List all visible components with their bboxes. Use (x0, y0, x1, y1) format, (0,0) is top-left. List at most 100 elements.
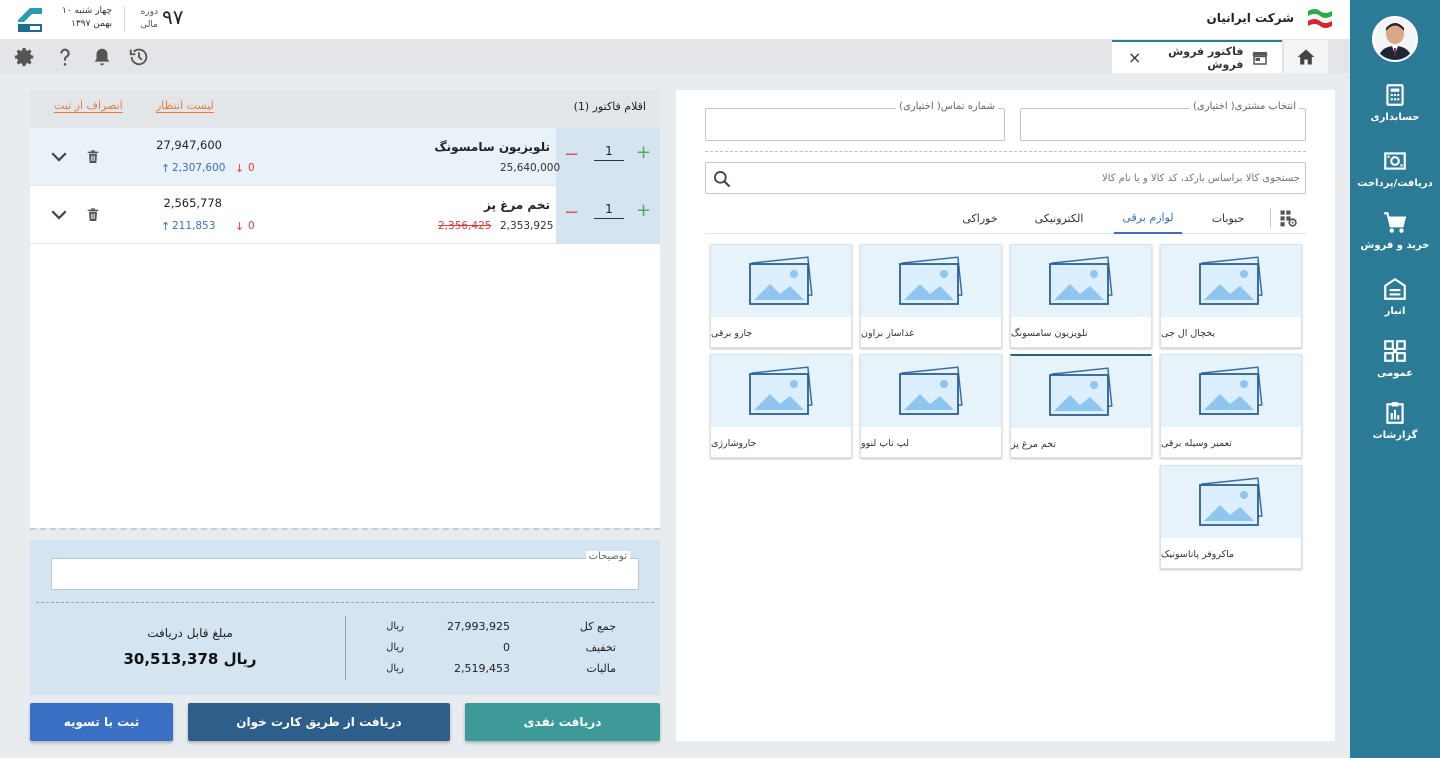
item-total: 2,565,778 (163, 196, 222, 210)
discount-value: 0 (503, 641, 510, 654)
phone-field-label: شماره تماس( اختیاری) (896, 101, 998, 112)
cancel-link[interactable]: انصراف از ثبت (54, 99, 123, 113)
sidebar-item-payment[interactable]: دریافت/پرداخت (1350, 148, 1440, 210)
payable-amount: 30,513,378 ریال (123, 650, 257, 668)
settle-button[interactable]: ثبت با تسویه (30, 703, 173, 741)
item-unit-price: 2,353,925 (500, 220, 554, 232)
waitlist-link[interactable]: لیست انتظار (156, 99, 214, 113)
card-reader-payment-button[interactable]: دریافت از طریق کارت خوان (188, 703, 450, 741)
general-icon (1384, 340, 1406, 362)
chevron-down-icon[interactable] (50, 150, 68, 164)
item-old-price: 2,356,425 (438, 220, 492, 232)
item-name: تخم مرغ پز (484, 198, 550, 212)
arrow-down-icon: ↓ (235, 220, 245, 233)
sidebar-item-label: دریافت/پرداخت (1357, 178, 1433, 189)
tab-category-appliances[interactable]: لوازم برقی (1114, 202, 1182, 234)
payable-label: مبلغ قابل دریافت (147, 626, 233, 640)
search-icon[interactable] (712, 169, 732, 189)
sidebar-item-sales[interactable]: خرید و فروش (1350, 210, 1440, 272)
sidebar: حسابداری دریافت/پرداخت خرید و فروش انبار (1350, 0, 1440, 758)
search-bar[interactable] (705, 162, 1306, 194)
divider (705, 151, 1306, 152)
product-card[interactable]: تخم مرغ پز (1010, 354, 1152, 458)
quantity-value[interactable]: 1 (594, 202, 624, 219)
item-name: تلویزیون سامسونگ (434, 140, 550, 154)
product-image-icon (1011, 356, 1151, 428)
tab-label: فاکتور فروش فروش (1168, 44, 1244, 71)
avatar[interactable] (1372, 16, 1418, 62)
payment-icon (1384, 152, 1406, 170)
increase-button[interactable]: + (636, 200, 651, 221)
help-icon[interactable] (54, 46, 76, 68)
increase-button[interactable]: + (636, 142, 651, 163)
sidebar-item-warehouse[interactable]: انبار (1350, 276, 1440, 338)
invoice-panel: اقلام فاکتور (1) لیست انتظار انصراف از ث… (30, 90, 660, 528)
sidebar-item-label: گزارشات (1372, 430, 1418, 441)
tab-sales-invoice[interactable]: × فاکتور فروش فروش (1112, 40, 1282, 73)
summary-values: 27,993,925 0 2,519,453 (430, 616, 510, 679)
tab-category-food[interactable]: خوراکی (950, 202, 1010, 234)
summary-divider (36, 602, 654, 603)
notes-field[interactable]: توضیحات (51, 551, 639, 590)
cash-payment-button[interactable]: دریافت نقدی (465, 703, 660, 741)
product-image-icon (1011, 245, 1151, 317)
tab-home[interactable] (1284, 40, 1328, 73)
tax-value: 2,519,453 (454, 662, 510, 675)
reports-icon (1386, 402, 1404, 424)
product-image-icon (711, 355, 851, 427)
fiscal-period[interactable]: ۹۷ (162, 5, 183, 29)
decrease-button[interactable]: − (564, 202, 579, 223)
product-card[interactable]: یخچال ال جی (1160, 244, 1302, 348)
cart-icon (1384, 212, 1407, 233)
phone-field[interactable]: شماره تماس( اختیاری) (705, 101, 1005, 141)
gear-icon[interactable] (14, 46, 36, 68)
tab-category-electronics[interactable]: الکترونیکی (1024, 202, 1094, 234)
chevron-down-icon[interactable] (50, 208, 68, 222)
tab-close-button[interactable]: × (1128, 48, 1141, 67)
product-card[interactable]: لپ تاپ لنوو (860, 354, 1002, 458)
warehouse-icon (1384, 277, 1406, 300)
item-tax: 211,853 (172, 220, 216, 232)
item-total: 27,947,600 (156, 138, 222, 152)
date-month: بهمن ۱۳۹۷ (71, 19, 112, 29)
sidebar-item-general[interactable]: عمومی (1350, 338, 1440, 400)
iran-flag-icon (1306, 5, 1334, 33)
quantity-value[interactable]: 1 (594, 144, 624, 161)
store-icon (1252, 51, 1268, 65)
summary-units: ریال ریال ریال (370, 616, 404, 679)
bell-icon[interactable] (91, 46, 113, 68)
tab-category-grains[interactable]: حبوبات (1196, 202, 1260, 234)
product-name: تخم مرغ پز (1011, 438, 1057, 450)
product-image-icon (861, 245, 1001, 317)
company-name[interactable]: شرکت ایرانیان (1180, 11, 1294, 25)
product-name: غذاساز براون (861, 327, 915, 339)
trash-icon[interactable] (85, 206, 101, 224)
product-card[interactable]: جاروشارژی (710, 354, 852, 458)
sidebar-item-label: عمومی (1376, 368, 1414, 379)
product-card[interactable]: جارو برقی (710, 244, 852, 348)
quantity-stepper: −1 + (556, 186, 660, 244)
sidebar-item-label: انبار (1384, 306, 1406, 317)
summary-panel: توضیحات جمع کل تخفیف مالیات 27,993,925 0… (30, 540, 660, 695)
product-card[interactable]: ماکروفر پاناسونیک (1160, 465, 1302, 569)
trash-icon[interactable] (85, 148, 101, 166)
sidebar-item-reports[interactable]: گزارشات (1350, 400, 1440, 462)
item-unit-price: 25,640,000 (500, 162, 561, 174)
search-input[interactable] (738, 167, 1300, 189)
sidebar-item-label: حسابداری (1370, 112, 1420, 123)
product-card[interactable]: تلویزیون سامسونگ (1010, 244, 1152, 348)
arrow-up-icon: ↑ (161, 220, 171, 233)
customer-field[interactable]: انتخاب مشتری( اختیاری) (1020, 101, 1306, 141)
product-card[interactable]: تعمیر وسیله برقی (1160, 354, 1302, 458)
decrease-button[interactable]: − (564, 144, 579, 165)
product-card[interactable]: غذاساز براون (860, 244, 1002, 348)
invoice-item-row: −1 + تلویزیون سامسونگ 25,640,000 27,947,600 ↑… (30, 128, 660, 186)
arrow-down-icon: ↓ (235, 162, 245, 175)
category-settings-icon[interactable] (1278, 208, 1298, 228)
tab-bar: × فاکتور فروش فروش (0, 40, 1350, 73)
history-icon[interactable] (128, 46, 150, 68)
notes-field-label: توضیحات (585, 551, 630, 562)
header-divider (124, 6, 125, 32)
product-image-icon (711, 245, 851, 317)
sidebar-item-accounting[interactable]: حسابداری (1350, 82, 1440, 144)
